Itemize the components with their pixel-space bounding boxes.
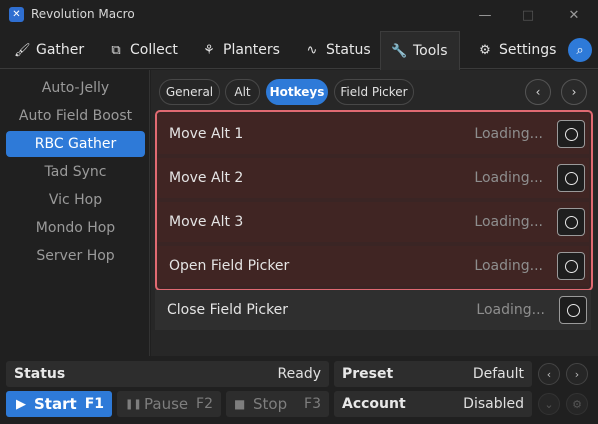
tab-label: Planters [223,42,280,58]
preset-label: Preset [342,366,394,382]
pulse-icon: ∿ [306,42,318,58]
pause-button[interactable]: ❚❚ Pause F2 [117,391,221,417]
subtab-hotkeys[interactable]: Hotkeys [266,79,328,105]
prev-page-button[interactable]: ‹ [525,79,551,105]
next-page-button[interactable]: › [561,79,587,105]
hotkey-row-open-field-picker: Open Field Picker Loading... [157,246,589,286]
window-title: Revolution Macro [31,7,135,21]
search-icon: ⌕ [576,42,584,58]
account-label: Account [342,396,406,412]
subtab-alt[interactable]: Alt [225,79,260,105]
hotkey-row-move-alt-3: Move Alt 3 Loading... [157,202,589,242]
hotkey-row-close-field-picker: Close Field Picker Loading... [155,290,591,330]
hotkey-row-move-alt-2: Move Alt 2 Loading... [157,158,589,198]
chevron-left-icon: ‹ [535,85,541,99]
main-tabs: 🖌 Gather ⧉ Collect ⚘ Planters ∿ Status 🔧… [0,31,598,70]
record-hotkey-button[interactable] [557,252,585,280]
status-value: Ready [277,366,321,382]
record-hotkey-button[interactable] [559,296,587,324]
record-icon [564,215,578,229]
chevron-down-icon: ⌄ [544,397,554,411]
wrench-icon: 🔧 [391,43,408,59]
tab-label: Status [326,42,371,58]
hotkey-row-move-alt-1: Move Alt 1 Loading... [157,114,589,154]
preset-value: Default [472,366,524,382]
brush-icon: 🖌 [14,42,31,58]
pause-icon: ❚❚ [125,398,142,410]
tab-label: Tools [413,43,448,59]
hotkey-status: Loading... [476,302,545,318]
start-hotkey: F1 [84,396,104,412]
stop-icon: ■ [234,397,246,411]
pause-label: Pause [144,395,189,413]
planter-icon: ⚘ [203,42,215,58]
gear-icon: ⚙ [479,42,491,58]
tools-sidebar: Auto-Jelly Auto Field Boost RBC Gather T… [0,70,150,356]
hotkey-status: Loading... [474,126,543,142]
stop-label: Stop [253,395,288,413]
status-label: Status [14,366,66,382]
sidebar-item-rbc-gather[interactable]: RBC Gather [6,131,145,157]
sidebar-item-mondo-hop[interactable]: Mondo Hop [6,215,145,241]
close-button[interactable]: ✕ [562,4,586,26]
hotkey-status: Loading... [474,214,543,230]
sidebar-item-tad-sync[interactable]: Tad Sync [6,159,145,185]
record-icon [564,259,578,273]
record-icon [564,127,578,141]
sidebar-item-auto-field-boost[interactable]: Auto Field Boost [6,103,145,129]
tab-label: Settings [499,42,557,58]
bottom-bar: Status Ready Preset Default ‹ › ▶ Start … [0,357,598,424]
account-dropdown-button[interactable]: ⌄ [538,393,560,415]
preset-next-button[interactable]: › [566,363,588,385]
account-settings-button[interactable]: ⚙ [566,393,588,415]
subtab-field-picker[interactable]: Field Picker [334,79,414,105]
stop-hotkey: F3 [304,396,321,412]
record-hotkey-button[interactable] [557,164,585,192]
tab-tools[interactable]: 🔧 Tools [380,31,460,70]
sidebar-item-auto-jelly[interactable]: Auto-Jelly [6,75,145,101]
sidebar-item-vic-hop[interactable]: Vic Hop [6,187,145,213]
preset-panel[interactable]: Preset Default [334,361,532,387]
tab-gather[interactable]: 🖌 Gather [4,31,94,69]
tab-label: Gather [36,42,85,58]
gear-icon: ⚙ [572,397,582,411]
chevron-right-icon: › [574,367,580,381]
tab-collect[interactable]: ⧉ Collect [98,31,188,69]
tab-planters[interactable]: ⚘ Planters [191,31,290,69]
app-logo-icon: ✕ [9,7,24,22]
play-icon: ▶ [16,396,26,412]
hotkey-status: Loading... [474,258,543,274]
subtab-general[interactable]: General [159,79,220,105]
record-hotkey-button[interactable] [557,208,585,236]
chevron-left-icon: ‹ [546,367,552,381]
record-icon [564,171,578,185]
main-panel: General Alt Hotkeys Field Picker ‹ › Mov… [151,70,598,356]
record-icon [566,303,580,317]
status-panel: Status Ready [6,361,329,387]
hotkey-status: Loading... [474,170,543,186]
hotkey-label: Move Alt 2 [169,170,244,186]
tab-settings[interactable]: ⚙ Settings [467,31,566,69]
account-value: Disabled [463,396,524,412]
hotkey-label: Move Alt 1 [169,126,244,142]
start-label: Start [34,395,77,413]
start-button[interactable]: ▶ Start F1 [6,391,112,417]
search-button[interactable]: ⌕ [568,38,592,62]
stop-button[interactable]: ■ Stop F3 [226,391,329,417]
minimize-button[interactable]: — [473,4,497,26]
tab-label: Collect [130,42,178,58]
hotkey-label: Move Alt 3 [169,214,244,230]
account-panel[interactable]: Account Disabled [334,391,532,417]
hotkey-label: Open Field Picker [169,258,290,274]
preset-prev-button[interactable]: ‹ [538,363,560,385]
chevron-right-icon: › [571,85,577,99]
pause-hotkey: F2 [196,396,213,412]
title-bar: ✕ Revolution Macro — □ ✕ [0,0,598,30]
sidebar-item-server-hop[interactable]: Server Hop [6,243,145,269]
hotkey-label: Close Field Picker [167,302,289,318]
record-hotkey-button[interactable] [557,120,585,148]
collect-icon: ⧉ [111,42,121,58]
maximize-button[interactable]: □ [516,4,540,26]
tab-status[interactable]: ∿ Status [294,31,381,69]
